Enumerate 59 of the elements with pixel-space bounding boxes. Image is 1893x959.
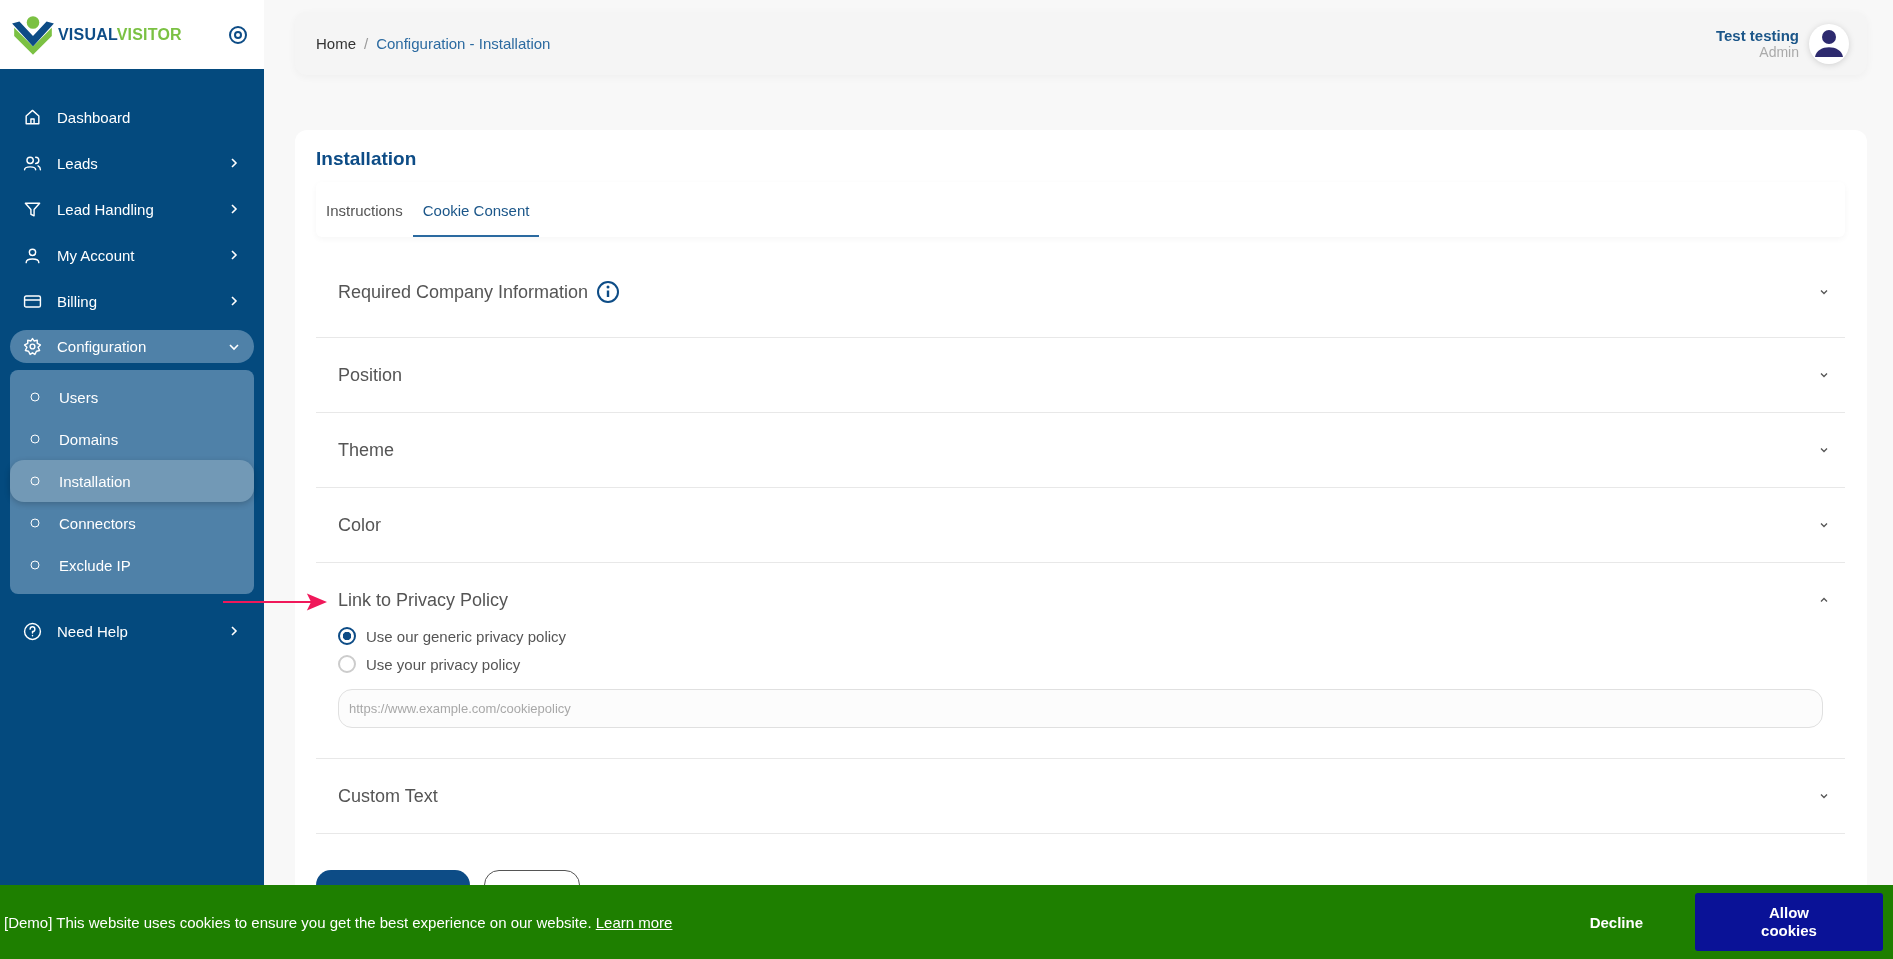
chevron-down-icon xyxy=(1819,520,1829,530)
radio-label: Use our generic privacy policy xyxy=(366,627,567,645)
submenu-item[interactable]: Domains xyxy=(10,418,254,460)
circle-icon xyxy=(30,560,40,570)
user-role: Admin xyxy=(1759,44,1799,60)
chevron-down-icon xyxy=(1819,791,1829,801)
user-icon xyxy=(23,245,42,265)
breadcrumb-link[interactable]: Home xyxy=(316,35,356,52)
sidebar-item[interactable]: Lead Handling xyxy=(10,186,254,232)
accordion-header[interactable]: Required Company Information xyxy=(316,237,1845,337)
accordion-header[interactable]: Link to Privacy Policy xyxy=(316,563,1845,627)
circle-icon xyxy=(30,392,40,402)
accordion-header[interactable]: Position xyxy=(316,338,1845,412)
circle-icon xyxy=(30,518,40,528)
chevron-down-icon xyxy=(1819,370,1829,380)
logo-text: VISUALVISITOR xyxy=(58,25,182,44)
learn-more-link[interactable]: Learn more xyxy=(595,913,673,931)
sidebar-item[interactable]: My Account xyxy=(10,232,254,278)
chevron-right-icon xyxy=(228,203,240,215)
help-icon xyxy=(23,621,42,641)
sidebar-item[interactable]: Billing xyxy=(10,278,254,324)
accordion-header[interactable]: Theme xyxy=(316,413,1845,487)
sidebar-item[interactable]: Dashboard xyxy=(10,94,254,140)
chevron-right-icon xyxy=(228,625,240,637)
circle-icon xyxy=(30,434,40,444)
info-icon[interactable] xyxy=(596,280,621,304)
accordion-header[interactable]: Color xyxy=(316,488,1845,562)
tab[interactable]: Instructions xyxy=(316,182,413,237)
logo-icon xyxy=(10,14,56,55)
target-icon[interactable] xyxy=(228,24,248,45)
user-name: Test testing xyxy=(1715,27,1799,44)
gear-icon xyxy=(23,337,42,356)
sidebar-item[interactable]: Leads xyxy=(10,140,254,186)
submenu-item[interactable]: Users xyxy=(10,376,254,418)
submenu-item[interactable]: Exclude IP xyxy=(10,544,254,586)
chevron-down-icon xyxy=(1819,445,1829,455)
chevron-up-icon xyxy=(1819,595,1829,605)
avatar-icon[interactable] xyxy=(1809,23,1849,64)
circle-icon xyxy=(30,476,40,486)
allow-cookies-button[interactable]: Allow cookies xyxy=(1695,893,1883,951)
tab[interactable]: Cookie Consent xyxy=(412,182,540,237)
accordion-header[interactable]: Custom Text xyxy=(316,759,1845,833)
cookie-message: [Demo] This website uses cookies to ensure you get the best experience on our website. Learn more xyxy=(4,913,674,931)
chevron-right-icon xyxy=(228,249,240,261)
radio-label: Use your privacy policy xyxy=(366,655,521,673)
sidebar-item[interactable]: Configuration xyxy=(10,330,254,363)
filter-icon xyxy=(23,199,42,219)
card-title: Installation xyxy=(316,148,418,170)
chevron-right-icon xyxy=(228,157,240,169)
radio-button[interactable] xyxy=(338,627,356,645)
chevron-right-icon xyxy=(228,295,240,307)
breadcrumb-separator: / xyxy=(364,35,369,52)
breadcrumb-link[interactable]: Configuration - Installation xyxy=(376,35,551,52)
sidebar-item[interactable]: Need Help xyxy=(10,608,254,654)
decline-button[interactable]: Decline xyxy=(1583,912,1649,932)
chevron-down-icon xyxy=(1819,287,1829,297)
url-field[interactable]: https://www.example.com/cookiepolicy xyxy=(338,689,1823,728)
submenu-item[interactable]: Connectors xyxy=(10,502,254,544)
home-icon xyxy=(23,107,42,127)
